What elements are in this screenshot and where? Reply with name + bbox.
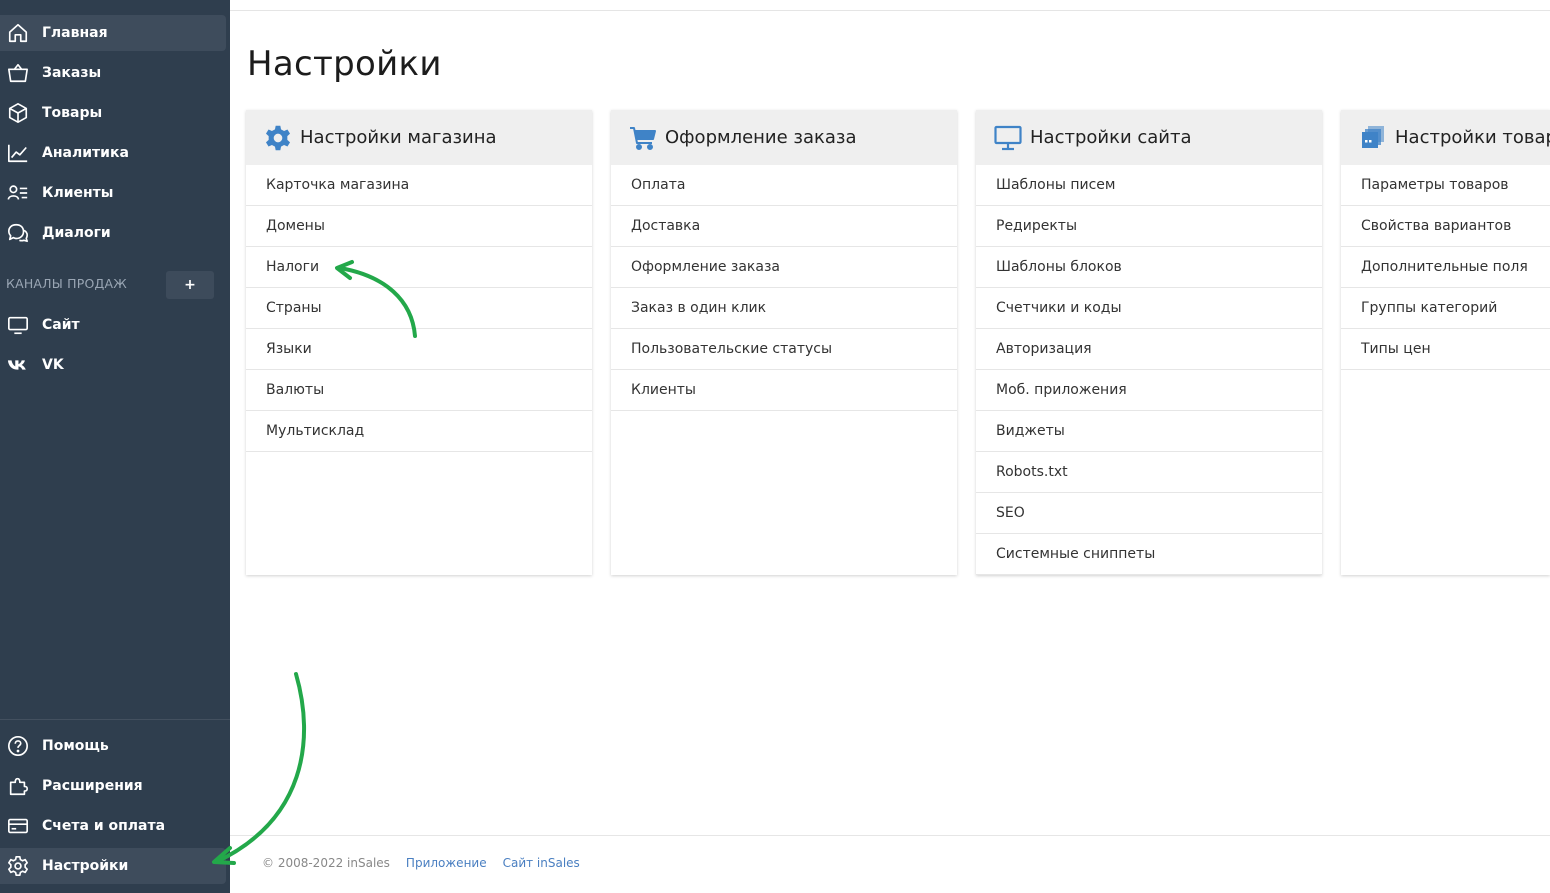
copyright-text: © 2008-2022 inSales: [262, 856, 390, 870]
list-item[interactable]: Оформление заказа: [611, 247, 957, 288]
sidebar: Главная Заказы Товары Аналитика Клиенты …: [0, 0, 230, 893]
list-item[interactable]: Заказ в один клик: [611, 288, 957, 329]
sidebar-item-clients[interactable]: Клиенты: [0, 175, 226, 211]
list-item[interactable]: Дополнительные поля: [1341, 247, 1550, 288]
list-item[interactable]: Системные сниппеты: [976, 534, 1322, 575]
card-header: Настройки сайта: [976, 110, 1322, 165]
sidebar-item-label: Сайт: [42, 317, 80, 333]
list-item[interactable]: Моб. приложения: [976, 370, 1322, 411]
sidebar-item-label: Диалоги: [42, 225, 111, 241]
sidebar-item-label: Клиенты: [42, 185, 114, 201]
sidebar-item-label: Товары: [42, 105, 103, 121]
card-title: Настройки товаров: [1395, 127, 1550, 148]
list-item[interactable]: Страны: [246, 288, 592, 329]
sidebar-item-home[interactable]: Главная: [0, 15, 226, 51]
list-item[interactable]: Robots.txt: [976, 452, 1322, 493]
sales-channels-heading: КАНАЛЫ ПРОДАЖ: [6, 276, 127, 291]
sidebar-item-site[interactable]: Сайт: [0, 307, 226, 343]
list-item[interactable]: Карточка магазина: [246, 165, 592, 206]
list-item[interactable]: Оплата: [611, 165, 957, 206]
basket-icon: [6, 61, 30, 85]
list-item[interactable]: Редиректы: [976, 206, 1322, 247]
sidebar-item-analytics[interactable]: Аналитика: [0, 135, 226, 171]
list-item[interactable]: Домены: [246, 206, 592, 247]
sidebar-item-billing[interactable]: Счета и оплата: [0, 808, 226, 844]
sidebar-item-label: Аналитика: [42, 145, 129, 161]
card-list: Шаблоны писем Редиректы Шаблоны блоков С…: [976, 165, 1322, 575]
sidebar-item-label: Заказы: [42, 65, 102, 81]
clients-icon: [6, 181, 30, 205]
list-item[interactable]: Авторизация: [976, 329, 1322, 370]
help-icon: [6, 734, 30, 758]
card-title: Настройки сайта: [1030, 127, 1192, 148]
card-site-settings: Настройки сайта Шаблоны писем Редиректы …: [976, 110, 1322, 575]
gear-icon: [264, 124, 292, 152]
card-checkout-settings: Оформление заказа Оплата Доставка Оформл…: [611, 110, 957, 575]
footer-divider: [230, 835, 1550, 836]
card-store-settings: Настройки магазина Карточка магазина Дом…: [246, 110, 592, 575]
page-title: Настройки: [247, 44, 442, 84]
card-product-settings: Настройки товаров Параметры товаров Свой…: [1341, 110, 1550, 575]
footer: © 2008-2022 inSales Приложение Сайт inSa…: [262, 856, 580, 870]
card-header: Настройки магазина: [246, 110, 592, 165]
list-item[interactable]: Языки: [246, 329, 592, 370]
list-item[interactable]: Доставка: [611, 206, 957, 247]
list-item[interactable]: Пользовательские статусы: [611, 329, 957, 370]
sidebar-item-orders[interactable]: Заказы: [0, 55, 226, 91]
list-item[interactable]: Параметры товаров: [1341, 165, 1550, 206]
list-item[interactable]: Шаблоны писем: [976, 165, 1322, 206]
card-title: Оформление заказа: [665, 127, 857, 148]
chart-line-icon: [6, 141, 30, 165]
footer-link-site[interactable]: Сайт inSales: [503, 856, 580, 870]
sidebar-item-settings[interactable]: Настройки: [0, 848, 226, 884]
card-list: Параметры товаров Свойства вариантов Доп…: [1341, 165, 1550, 370]
sidebar-item-label: Главная: [42, 25, 108, 41]
sidebar-item-label: VK: [42, 357, 64, 373]
list-item[interactable]: Клиенты: [611, 370, 957, 411]
monitor-icon: [6, 313, 30, 337]
card-list: Карточка магазина Домены Налоги Страны Я…: [246, 165, 592, 452]
card-header: Настройки товаров: [1341, 110, 1550, 165]
sidebar-item-dialogs[interactable]: Диалоги: [0, 215, 226, 251]
box-icon: [6, 101, 30, 125]
card-icon: [6, 814, 30, 838]
home-icon: [6, 21, 30, 45]
list-item[interactable]: Виджеты: [976, 411, 1322, 452]
list-item[interactable]: Налоги: [246, 247, 592, 288]
cart-icon: [629, 124, 657, 152]
sidebar-item-help[interactable]: Помощь: [0, 728, 226, 764]
card-title: Настройки магазина: [300, 127, 497, 148]
list-item[interactable]: Счетчики и коды: [976, 288, 1322, 329]
footer-link-app[interactable]: Приложение: [406, 856, 487, 870]
boxes-icon: [1359, 124, 1387, 152]
list-item[interactable]: Свойства вариантов: [1341, 206, 1550, 247]
chat-icon: [6, 221, 30, 245]
vk-icon: [6, 353, 30, 377]
list-item[interactable]: Типы цен: [1341, 329, 1550, 370]
sidebar-divider: [0, 719, 230, 720]
list-item[interactable]: Шаблоны блоков: [976, 247, 1322, 288]
add-channel-button[interactable]: +: [166, 271, 214, 299]
sidebar-item-products[interactable]: Товары: [0, 95, 226, 131]
sidebar-item-extensions[interactable]: Расширения: [0, 768, 226, 804]
sidebar-item-label: Счета и оплата: [42, 818, 166, 834]
sidebar-item-vk[interactable]: VK: [0, 347, 226, 383]
list-item[interactable]: Группы категорий: [1341, 288, 1550, 329]
sidebar-item-label: Расширения: [42, 778, 143, 794]
gear-icon: [6, 854, 30, 878]
top-divider: [230, 10, 1550, 11]
sidebar-item-label: Настройки: [42, 858, 129, 874]
monitor-icon: [994, 124, 1022, 152]
sidebar-item-label: Помощь: [42, 738, 109, 754]
list-item[interactable]: Валюты: [246, 370, 592, 411]
puzzle-icon: [6, 774, 30, 798]
list-item[interactable]: Мультисклад: [246, 411, 592, 452]
card-header: Оформление заказа: [611, 110, 957, 165]
card-list: Оплата Доставка Оформление заказа Заказ …: [611, 165, 957, 411]
list-item[interactable]: SEO: [976, 493, 1322, 534]
